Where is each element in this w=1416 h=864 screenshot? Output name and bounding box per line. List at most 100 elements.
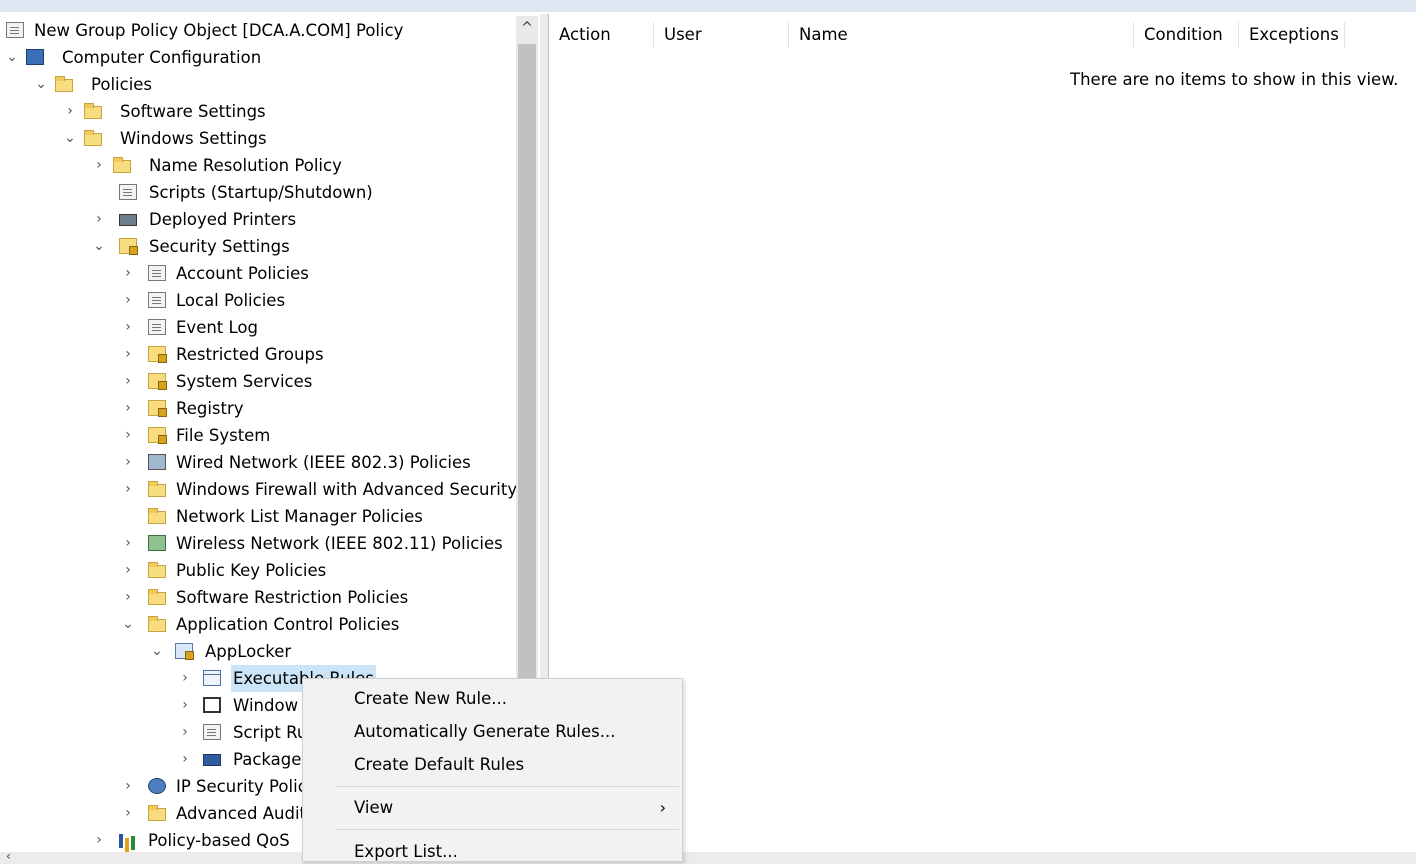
chevron-right-icon[interactable]: ›: [120, 368, 136, 395]
tree-node-label: Software Settings: [120, 102, 266, 121]
tree-node-label: New Group Policy Object [DCA.A.COM] Poli…: [34, 21, 404, 40]
folder-icon: [148, 508, 166, 524]
chevron-right-icon[interactable]: ›: [120, 557, 136, 584]
policy-document-icon: [148, 265, 166, 281]
tree-node-label: File System: [176, 426, 271, 445]
security-settings-icon: [119, 238, 138, 255]
chevron-right-icon[interactable]: ›: [120, 584, 136, 611]
column-header-condition[interactable]: Condition: [1134, 22, 1239, 48]
tree-node-label: Security Settings: [149, 237, 290, 256]
tree-node-label: Restricted Groups: [176, 345, 324, 364]
folder-icon: [148, 481, 166, 497]
column-header-label: Condition: [1144, 25, 1223, 44]
tree-node-label: Wireless Network (IEEE 802.11) Policies: [176, 534, 503, 553]
empty-list-message: There are no items to show in this view.: [1070, 70, 1399, 89]
chevron-down-icon[interactable]: ⌄: [62, 125, 78, 152]
folder-icon: [148, 589, 166, 605]
tree-node-label: Name Resolution Policy: [149, 156, 342, 175]
tree-node-label: Application Control Policies: [176, 615, 400, 634]
tree-node-label: Package: [233, 750, 302, 769]
chevron-down-icon[interactable]: ⌄: [4, 44, 20, 71]
chevron-right-icon[interactable]: ›: [62, 98, 78, 125]
chevron-left-icon[interactable]: ‹: [6, 849, 11, 863]
tree-node-label: Scripts (Startup/Shutdown): [149, 183, 373, 202]
folder-icon: [84, 103, 102, 119]
column-header-label: Exceptions: [1249, 25, 1339, 44]
wireless-network-icon: [148, 535, 166, 551]
folder-icon: [55, 76, 73, 92]
script-icon: [119, 184, 137, 200]
tree-node-label: Network List Manager Policies: [176, 507, 423, 526]
wired-network-icon: [148, 454, 166, 470]
menu-item-automatically-generate-rules[interactable]: Automatically Generate Rules...: [303, 717, 682, 747]
qos-chart-icon: [117, 832, 135, 848]
chevron-right-icon[interactable]: ›: [91, 827, 107, 852]
tree-node-label: Window: [233, 696, 299, 715]
horizontal-scrollbar[interactable]: ‹: [0, 849, 1416, 864]
column-header-user[interactable]: User: [654, 22, 789, 48]
printer-icon: [119, 214, 137, 226]
tree-node-label: Windows Firewall with Advanced Security: [176, 480, 518, 499]
chevron-right-icon[interactable]: ›: [120, 476, 136, 503]
chevron-right-icon[interactable]: ›: [120, 287, 136, 314]
chevron-right-icon[interactable]: ›: [177, 665, 193, 692]
chevron-right-icon[interactable]: ›: [120, 422, 136, 449]
folder-icon: [148, 805, 166, 821]
tree-node-label: Event Log: [176, 318, 258, 337]
chevron-right-icon[interactable]: ›: [177, 692, 193, 719]
locked-folder-icon: [148, 346, 167, 363]
column-header-name[interactable]: Name: [789, 22, 1134, 48]
chevron-down-icon[interactable]: ⌄: [149, 638, 165, 665]
rules-table-icon: [203, 670, 221, 686]
tree-node-label: Script Ru: [233, 723, 308, 742]
folder-icon: [84, 130, 102, 146]
folder-icon: [148, 562, 166, 578]
chevron-right-icon[interactable]: ›: [120, 395, 136, 422]
column-header-action[interactable]: Action: [549, 22, 654, 48]
menu-item-create-default-rules[interactable]: Create Default Rules: [303, 750, 682, 780]
menu-item-label: Automatically Generate Rules...: [354, 722, 616, 741]
window-top-strip: [0, 0, 1416, 12]
column-header-exceptions[interactable]: Exceptions: [1239, 22, 1345, 48]
chevron-down-icon[interactable]: ⌄: [120, 611, 136, 638]
policy-document-icon: [148, 292, 166, 308]
chevron-right-icon: ›: [659, 798, 666, 817]
column-header-label: Name: [799, 25, 848, 44]
menu-item-create-new-rule[interactable]: Create New Rule...: [303, 684, 682, 714]
computer-icon: [26, 49, 44, 65]
chevron-right-icon[interactable]: ›: [120, 773, 136, 800]
tree-node-label: Advanced Audit: [176, 804, 307, 823]
tree-node-label: AppLocker: [205, 642, 292, 661]
column-header-label: Action: [559, 25, 611, 44]
menu-item-label: Create Default Rules: [354, 755, 525, 774]
folder-icon: [148, 616, 166, 632]
chevron-right-icon[interactable]: ›: [120, 800, 136, 827]
chevron-right-icon[interactable]: ›: [91, 206, 107, 233]
menu-item-label: View: [354, 798, 394, 817]
tree-node-label: Windows Settings: [120, 129, 267, 148]
tree-node-label: Policies: [91, 75, 153, 94]
tree-node-label: System Services: [176, 372, 313, 391]
menu-item-export-list[interactable]: Export List...: [303, 837, 682, 861]
applocker-icon: [175, 643, 194, 660]
menu-item-view[interactable]: View ›: [303, 793, 682, 823]
menu-item-label: Create New Rule...: [354, 689, 507, 708]
chevron-down-icon[interactable]: ⌄: [91, 233, 107, 260]
chevron-right-icon[interactable]: ›: [177, 719, 193, 746]
menu-separator: [335, 829, 679, 830]
chevron-right-icon[interactable]: ›: [120, 530, 136, 557]
tree-node-label: Computer Configuration: [62, 48, 262, 67]
chevron-up-icon[interactable]: ^: [516, 20, 538, 36]
chevron-right-icon[interactable]: ›: [120, 341, 136, 368]
chevron-right-icon[interactable]: ›: [91, 152, 107, 179]
chevron-right-icon[interactable]: ›: [177, 746, 193, 773]
chevron-right-icon[interactable]: ›: [120, 449, 136, 476]
locked-folder-icon: [148, 427, 167, 444]
tree-node-label: Policy-based QoS: [148, 831, 290, 850]
chevron-right-icon[interactable]: ›: [120, 314, 136, 341]
tree-node-label: Public Key Policies: [176, 561, 327, 580]
chevron-down-icon[interactable]: ⌄: [33, 71, 49, 98]
ip-security-icon: [148, 778, 166, 794]
context-menu[interactable]: Create New Rule... Automatically Generat…: [302, 678, 683, 862]
chevron-right-icon[interactable]: ›: [120, 260, 136, 287]
